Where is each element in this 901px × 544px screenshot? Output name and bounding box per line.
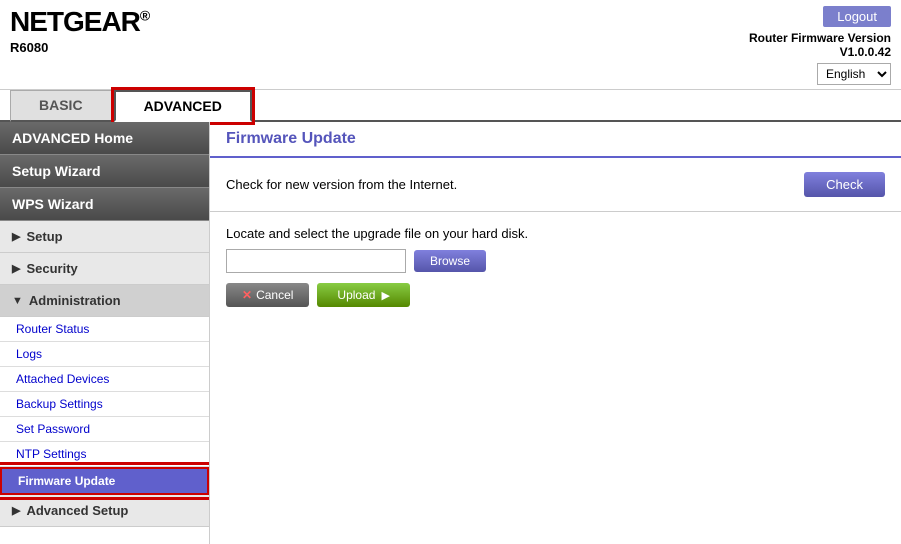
content-header: Firmware Update [210,122,901,158]
check-section: Check for new version from the Internet.… [210,158,901,212]
browse-button[interactable]: Browse [414,250,486,272]
sidebar-wps-wizard[interactable]: WPS Wizard [0,188,209,221]
sidebar-setup-wizard[interactable]: Setup Wizard [0,155,209,188]
sidebar-attached-devices[interactable]: Attached Devices [0,367,209,392]
tab-basic[interactable]: BASIC [10,90,112,122]
logout-button[interactable]: Logout [823,6,891,27]
language-selector-row: English French German Spanish [817,63,891,85]
logo: NETGEAR® [10,6,149,38]
model-name: R6080 [10,40,149,55]
upload-arrow-icon: ▶ [381,289,389,302]
file-row: Browse [226,249,885,273]
sidebar-section-security[interactable]: ▶ Security [0,253,209,285]
header: NETGEAR® R6080 Logout Router Firmware Ve… [0,0,901,90]
header-right: Logout Router Firmware Version V1.0.0.42… [749,6,891,85]
tab-advanced[interactable]: ADVANCED [114,90,252,122]
action-row: ✕ Cancel Upload ▶ [226,283,885,307]
sidebar-advanced-home[interactable]: ADVANCED Home [0,122,209,155]
sidebar-section-advanced-setup[interactable]: ▶ Advanced Setup [0,495,209,527]
locate-text: Locate and select the upgrade file on yo… [226,226,885,241]
page-title: Firmware Update [226,130,885,148]
language-select[interactable]: English French German Spanish [817,63,891,85]
cancel-x-icon: ✕ [242,288,252,302]
security-arrow: ▶ [12,262,20,275]
sidebar-router-status[interactable]: Router Status [0,317,209,342]
main-layout: ADVANCED Home Setup Wizard WPS Wizard ▶ … [0,122,901,544]
check-button[interactable]: Check [804,172,885,197]
sidebar-section-setup[interactable]: ▶ Setup [0,221,209,253]
sidebar-firmware-update[interactable]: Firmware Update [0,467,209,495]
tab-bar: BASIC ADVANCED [0,90,901,122]
check-row: Check for new version from the Internet.… [226,172,885,197]
sidebar-backup-settings[interactable]: Backup Settings [0,392,209,417]
sidebar-ntp-settings[interactable]: NTP Settings [0,442,209,467]
upload-button[interactable]: Upload ▶ [317,283,410,307]
sidebar-section-administration[interactable]: ▼ Administration [0,285,209,317]
check-text: Check for new version from the Internet. [226,177,457,192]
administration-arrow: ▼ [12,295,23,307]
advanced-setup-arrow: ▶ [12,504,20,517]
logo-area: NETGEAR® R6080 [10,6,149,55]
setup-arrow: ▶ [12,230,20,243]
sidebar: ADVANCED Home Setup Wizard WPS Wizard ▶ … [0,122,210,544]
firmware-version: Router Firmware Version V1.0.0.42 [749,31,891,59]
file-input[interactable] [226,249,406,273]
cancel-button[interactable]: ✕ Cancel [226,283,309,307]
sidebar-logs[interactable]: Logs [0,342,209,367]
content-area: Firmware Update Check for new version fr… [210,122,901,544]
upload-section: Locate and select the upgrade file on yo… [210,212,901,321]
sidebar-set-password[interactable]: Set Password [0,417,209,442]
